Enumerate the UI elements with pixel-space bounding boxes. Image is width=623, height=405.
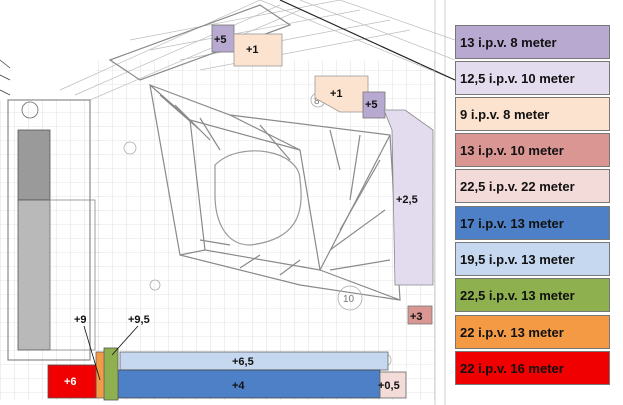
orange-zone — [95, 351, 105, 399]
legend-label-6: 17 i.p.v. 13 meter — [460, 215, 564, 231]
blue-label: +4 — [232, 380, 245, 392]
legend-item-4: 13 i.p.v. 10 meter — [455, 133, 610, 167]
legend-label-8: 22,5 i.p.v. 13 meter — [460, 287, 575, 303]
site-plan-map: 8 10 +5 +1 +1 +5 +2,5 +3 +6,5 +4 +0,5 +6… — [0, 0, 455, 405]
red-label: +6 — [64, 376, 77, 388]
top-purple-label: +5 — [214, 34, 227, 46]
top-peach-label: +1 — [246, 44, 259, 56]
legend-item-7: 19,5 i.p.v. 13 meter — [455, 242, 610, 276]
legend-item-9: 22 i.p.v. 13 meter — [455, 315, 610, 349]
orange-label: +9 — [74, 314, 87, 326]
lavender-strip-label: +2,5 — [396, 194, 418, 206]
pink-light-label: +0,5 — [378, 380, 400, 392]
blue-zone — [117, 369, 381, 399]
legend-item-5: 22,5 i.p.v. 22 meter — [455, 169, 610, 203]
legend-item-8: 22,5 i.p.v. 13 meter — [455, 278, 610, 312]
legend-label-10: 22 i.p.v. 16 meter — [460, 360, 564, 376]
legend-label-9: 22 i.p.v. 13 meter — [460, 324, 564, 340]
legend-item-10: 22 i.p.v. 16 meter — [455, 351, 610, 385]
legend-label-2: 12,5 i.p.v. 10 meter — [460, 70, 575, 86]
mid-purple-label: +5 — [365, 99, 378, 111]
blue-light-label: +6,5 — [232, 356, 254, 368]
legend-label-5: 22,5 i.p.v. 22 meter — [460, 178, 575, 194]
legend-label-7: 19,5 i.p.v. 13 meter — [460, 251, 575, 267]
blue-light-zone — [119, 351, 389, 371]
green-zone — [103, 347, 119, 401]
legend-item-1: 13 i.p.v. 8 meter — [455, 25, 610, 59]
legend-item-6: 17 i.p.v. 13 meter — [455, 206, 610, 240]
legend-item-3: 9 i.p.v. 8 meter — [455, 97, 610, 131]
legend-label-1: 13 i.p.v. 8 meter — [460, 34, 557, 50]
rose-small-label: +3 — [410, 311, 423, 323]
legend-item-2: 12,5 i.p.v. 10 meter — [455, 61, 610, 95]
green-label: +9,5 — [128, 314, 150, 326]
background-number-10: 10 — [343, 294, 355, 305]
mid-peach-label: +1 — [330, 88, 343, 100]
legend-label-3: 9 i.p.v. 8 meter — [460, 106, 550, 122]
legend-label-4: 13 i.p.v. 10 meter — [460, 142, 564, 158]
